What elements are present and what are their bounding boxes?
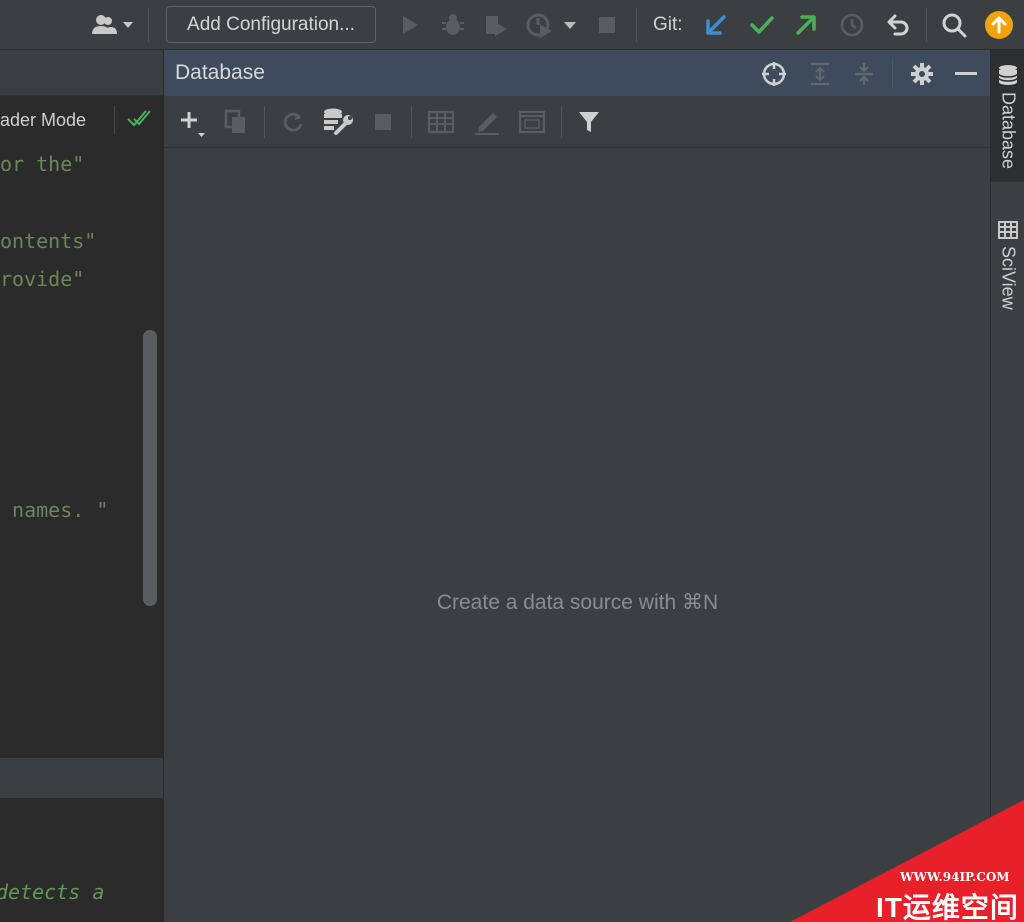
database-tool-window: Database Create a data source with ⌘N (163, 50, 991, 922)
filter-icon (579, 112, 599, 132)
collapse-all-button[interactable] (850, 60, 878, 88)
watermark: WWW.94IP.COM IT运维空间 (790, 800, 1024, 922)
collapse-all-icon (855, 63, 873, 85)
secondary-editor[interactable]: detects a (0, 798, 163, 922)
run-with-coverage-button[interactable] (482, 0, 512, 50)
update-available-icon (985, 11, 1013, 39)
grid-icon (998, 221, 1018, 239)
tool-tab-label: Database (998, 92, 1019, 170)
tool-tab-label: SciView (998, 246, 1019, 310)
watermark-site: WWW.94IP.COM (900, 870, 1010, 884)
main-toolbar: Add Configuration... Git: (0, 0, 1024, 50)
updates-notification-button[interactable] (983, 0, 1015, 50)
query-console-button[interactable] (517, 108, 547, 136)
plus-icon (181, 112, 205, 137)
git-commit-button[interactable] (746, 0, 778, 50)
table-icon (427, 110, 455, 134)
database-icon (998, 65, 1018, 85)
profiler-icon (526, 13, 576, 38)
expand-all-button[interactable] (806, 60, 834, 88)
filter-button[interactable] (574, 108, 604, 136)
stop-query-button[interactable] (369, 108, 397, 136)
arrow-up-right-icon (796, 15, 816, 35)
database-panel-header: Database (164, 50, 991, 96)
tool-tab-database[interactable]: Database (991, 50, 1024, 182)
profile-button[interactable] (524, 0, 580, 50)
play-icon (403, 16, 418, 34)
editor-tab-bar (0, 50, 163, 96)
bug-icon (442, 14, 464, 35)
stop-icon (375, 114, 391, 130)
editor-scrollbar[interactable] (143, 330, 157, 606)
console-icon (518, 110, 546, 134)
arrow-down-left-icon (706, 15, 726, 35)
view-data-button[interactable] (426, 108, 456, 136)
git-rollback-button[interactable] (882, 0, 914, 50)
git-history-button[interactable] (836, 0, 868, 50)
code-line: rovide" (0, 267, 85, 291)
database-panel-toolbar (164, 96, 991, 148)
hide-panel-button[interactable] (952, 60, 980, 88)
right-tool-window-bar: Database SciView (990, 50, 1024, 922)
vcs-user-button[interactable] (86, 0, 138, 50)
minimize-icon (955, 72, 977, 75)
comment-line: detects a (0, 880, 105, 904)
search-icon (942, 13, 967, 38)
stop-icon (599, 17, 615, 33)
debug-button[interactable] (439, 0, 467, 50)
copy-icon (224, 109, 245, 133)
database-panel-title: Database (175, 61, 265, 84)
duplicate-button[interactable] (222, 108, 250, 136)
add-configuration-button[interactable]: Add Configuration... (166, 6, 376, 43)
edit-source-button[interactable] (472, 108, 502, 136)
expand-all-icon (811, 62, 829, 86)
database-wrench-icon (324, 108, 353, 135)
reader-mode-toggle[interactable]: ader Mode (0, 110, 86, 131)
new-data-source-button[interactable] (178, 108, 208, 138)
code-editor[interactable]: ader Mode or the" ontents" rovide" names… (0, 50, 163, 758)
git-update-button[interactable] (700, 0, 732, 50)
git-push-button[interactable] (790, 0, 822, 50)
data-source-properties-button[interactable] (322, 106, 354, 136)
tool-tab-sciview[interactable]: SciView (991, 214, 1024, 324)
refresh-button[interactable] (279, 108, 307, 136)
empty-state-message: Create a data source with ⌘N (436, 591, 719, 614)
refresh-icon (283, 112, 303, 132)
reader-mode-bar: ader Mode (0, 96, 163, 144)
locate-button[interactable] (760, 60, 788, 88)
user-icon (92, 15, 133, 34)
pencil-icon (475, 113, 499, 135)
clock-icon (840, 13, 864, 37)
gear-icon (911, 63, 933, 85)
code-line: ontents" (0, 229, 97, 253)
watermark-brand: IT运维空间 (876, 892, 1019, 922)
crosshair-icon (762, 62, 786, 86)
panel-settings-button[interactable] (908, 60, 936, 88)
code-line: or the" (0, 152, 85, 176)
search-everywhere-button[interactable] (938, 0, 970, 50)
undo-icon (887, 14, 909, 36)
stop-button[interactable] (594, 0, 620, 50)
checkmark-icon (750, 16, 774, 34)
inspection-ok-icon[interactable] (126, 107, 152, 134)
editor-divider-bar (0, 758, 163, 798)
run-button[interactable] (396, 0, 424, 50)
git-label: Git: (653, 14, 683, 35)
coverage-icon (486, 16, 507, 36)
code-line: names. " (0, 498, 109, 522)
